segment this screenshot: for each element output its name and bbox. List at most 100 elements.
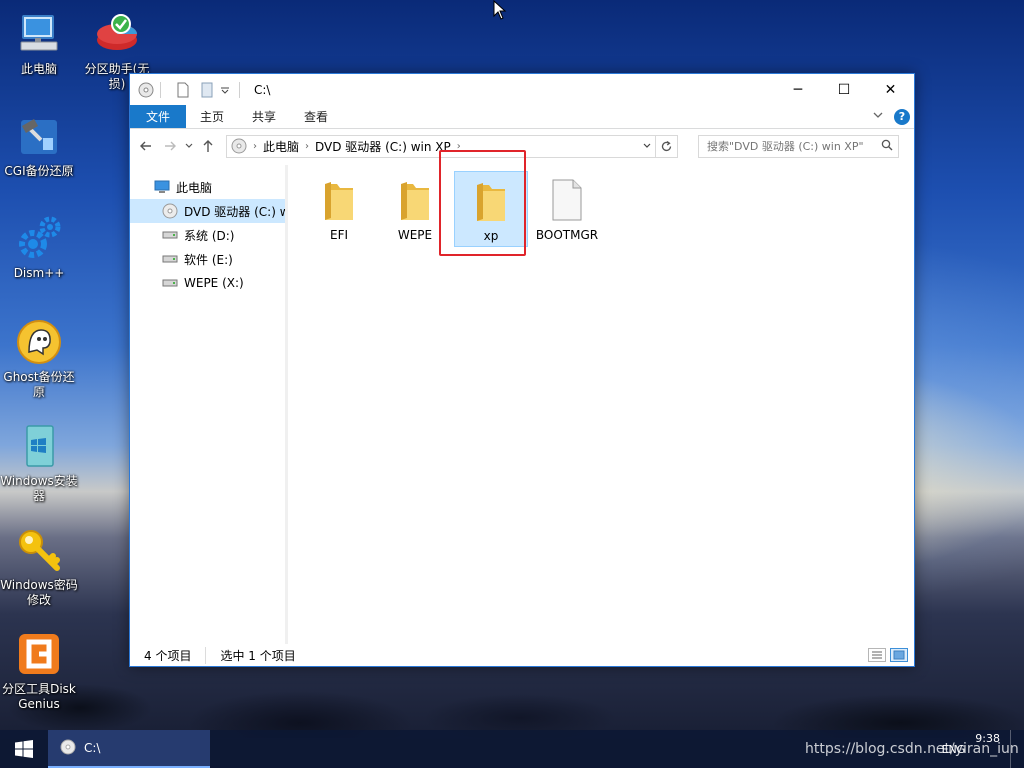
nav-item-drive-x[interactable]: WEPE (X:) xyxy=(130,271,287,295)
address-history-dropdown[interactable] xyxy=(637,141,655,151)
dvd-drive-icon xyxy=(227,138,251,154)
desktop-icon-label: 此电脑 xyxy=(20,62,57,76)
nav-item-this-pc[interactable]: 此电脑 xyxy=(130,175,287,199)
properties-icon[interactable] xyxy=(175,82,191,98)
breadcrumb-separator[interactable]: › xyxy=(455,141,463,152)
item-name: EFI xyxy=(329,228,349,242)
nav-item-drive-e[interactable]: 软件 (E:) xyxy=(130,247,287,271)
desktop-icon-ghost[interactable]: Ghost备份还原 xyxy=(0,318,78,400)
windows-installer-icon xyxy=(15,422,63,470)
breadcrumb-separator[interactable]: › xyxy=(251,141,259,152)
item-name: BOOTMGR xyxy=(535,228,599,242)
dvd-drive-icon xyxy=(60,739,76,758)
folder-icon xyxy=(315,176,363,224)
navigation-pane: 此电脑 DVD 驱动器 (C:) win XP 系统 (D:) 软件 (E:) xyxy=(130,165,288,644)
search-icon[interactable] xyxy=(881,139,893,154)
nav-item-drive-d[interactable]: 系统 (D:) xyxy=(130,223,287,247)
folder-icon xyxy=(391,176,439,224)
dvd-drive-icon[interactable] xyxy=(138,82,154,98)
system-tray: ENG 9:38 xyxy=(942,730,1024,768)
folder-item-xp[interactable]: xp xyxy=(454,171,528,247)
nav-item-label: 此电脑 xyxy=(176,180,213,195)
desktop-icon-dism[interactable]: Dism++ xyxy=(0,214,78,281)
folder-item-efi[interactable]: EFI xyxy=(302,171,376,247)
status-bar: 4 个项目 选中 1 个项目 xyxy=(130,644,914,666)
window-controls: ─ ☐ ✕ xyxy=(775,74,914,105)
partition-assistant-icon xyxy=(93,10,141,58)
up-button[interactable] xyxy=(196,134,220,158)
tab-file[interactable]: 文件 xyxy=(130,105,187,128)
mouse-cursor-icon xyxy=(493,0,507,23)
explorer-window: C:\ ─ ☐ ✕ 文件 主页 共享 查看 ? › 此电脑 › DVD 驱动器 … xyxy=(129,73,915,667)
search-input[interactable] xyxy=(707,139,877,153)
computer-icon xyxy=(154,179,170,195)
input-language[interactable]: ENG xyxy=(942,743,966,756)
desktop-icon-this-pc[interactable]: 此电脑 xyxy=(0,10,78,77)
desktop-icon-label: 分区工具DiskGenius xyxy=(2,682,76,711)
nav-item-dvd-drive[interactable]: DVD 驱动器 (C:) win XP xyxy=(130,199,287,223)
desktop-icon-label: Windows密码修改 xyxy=(0,578,78,607)
title-separator xyxy=(239,81,240,98)
desktop-icon-cgi-backup[interactable]: CGI备份还原 xyxy=(0,112,78,179)
nav-item-label: 软件 (E:) xyxy=(184,252,233,267)
cgi-backup-icon xyxy=(15,112,63,160)
minimize-button[interactable]: ─ xyxy=(775,74,821,105)
desktop-icon-label: Ghost备份还原 xyxy=(3,370,75,399)
computer-icon xyxy=(15,10,63,58)
maximize-button[interactable]: ☐ xyxy=(821,74,867,105)
chevron-down-icon[interactable] xyxy=(217,82,233,98)
breadcrumb-separator[interactable]: › xyxy=(303,141,311,152)
file-item-bootmgr[interactable]: BOOTMGR xyxy=(530,171,604,247)
window-title: C:\ xyxy=(254,82,271,97)
file-icon xyxy=(543,176,591,224)
key-icon xyxy=(15,526,63,574)
nav-item-label: WEPE (X:) xyxy=(184,276,244,290)
item-name: xp xyxy=(483,229,499,243)
help-icon[interactable]: ? xyxy=(894,108,910,125)
desktop-icon-diskgenius[interactable]: 分区工具DiskGenius xyxy=(0,630,78,712)
diskgenius-icon xyxy=(15,630,63,678)
start-button[interactable] xyxy=(0,730,48,768)
desktop-icon-windows-password[interactable]: Windows密码修改 xyxy=(0,526,78,608)
breadcrumb-dvd-drive[interactable]: DVD 驱动器 (C:) win XP xyxy=(311,138,455,155)
file-list: EFI WEPE xp BOOTMGR xyxy=(288,165,914,644)
details-view-icon[interactable] xyxy=(868,648,886,662)
dvd-drive-icon xyxy=(162,203,178,219)
folder-icon xyxy=(467,177,515,225)
navigation-bar: › 此电脑 › DVD 驱动器 (C:) win XP › xyxy=(130,129,914,163)
search-box[interactable] xyxy=(698,134,899,158)
large-icons-view-icon[interactable] xyxy=(890,648,908,662)
nav-item-label: DVD 驱动器 (C:) win XP xyxy=(184,204,287,219)
recent-locations-button[interactable] xyxy=(182,134,196,158)
back-button[interactable] xyxy=(134,134,158,158)
nav-item-label: 系统 (D:) xyxy=(184,228,235,243)
tab-home[interactable]: 主页 xyxy=(186,105,238,128)
desktop-icon-label: Dism++ xyxy=(13,266,65,280)
folder-item-wepe[interactable]: WEPE xyxy=(378,171,452,247)
expand-ribbon-icon[interactable] xyxy=(872,109,884,124)
navpane-scrollbar[interactable] xyxy=(285,165,287,644)
taskbar-item-label: C:\ xyxy=(84,741,101,755)
taskbar: C:\ ENG 9:38 xyxy=(0,730,1024,768)
close-button[interactable]: ✕ xyxy=(867,74,914,105)
breadcrumb-this-pc[interactable]: 此电脑 xyxy=(259,138,303,155)
ribbon-right-controls: ? xyxy=(872,105,914,128)
ribbon-tabs: 文件 主页 共享 查看 ? xyxy=(130,105,914,129)
refresh-button[interactable] xyxy=(656,134,678,158)
forward-button[interactable] xyxy=(158,134,182,158)
address-bar[interactable]: › 此电脑 › DVD 驱动器 (C:) win XP › xyxy=(226,134,656,158)
taskbar-explorer-item[interactable]: C:\ xyxy=(48,730,210,768)
tab-view[interactable]: 查看 xyxy=(290,105,342,128)
drive-icon xyxy=(162,275,178,291)
tab-share[interactable]: 共享 xyxy=(238,105,290,128)
new-folder-icon[interactable] xyxy=(199,82,215,98)
explorer-body: 此电脑 DVD 驱动器 (C:) win XP 系统 (D:) 软件 (E:) xyxy=(130,165,914,644)
status-selected-count: 选中 1 个项目 xyxy=(220,648,296,663)
drive-icon xyxy=(162,227,178,243)
title-separator xyxy=(160,81,161,98)
show-desktop-button[interactable] xyxy=(1010,730,1016,768)
desktop-icon-label: CGI备份还原 xyxy=(4,164,74,178)
clock[interactable]: 9:38 xyxy=(975,733,1000,745)
desktop-icon-windows-installer[interactable]: Windows安装器 xyxy=(0,422,78,504)
status-item-count: 4 个项目 xyxy=(130,646,207,664)
